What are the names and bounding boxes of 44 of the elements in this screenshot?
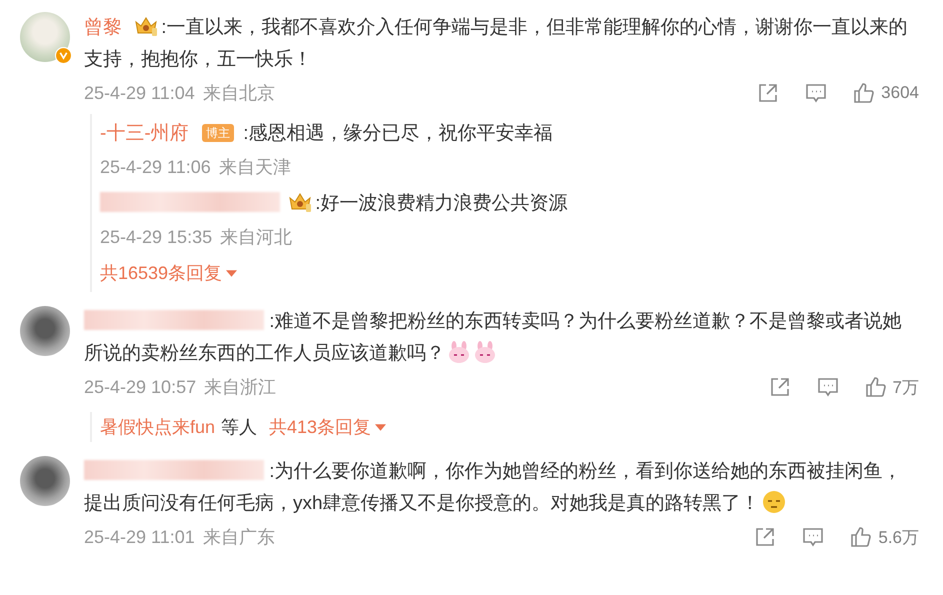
caret-icon <box>226 270 238 276</box>
avatar[interactable] <box>20 12 70 62</box>
reply-text: :好一波浪费精力浪费公共资源 <box>100 188 568 220</box>
more-replies-link[interactable]: 共413条回复 <box>269 412 386 442</box>
comment-text: :为什么要你道歉啊，你作为她曾经的粉丝，看到你送给她的东西被挂闲鱼，提出质问没有任何毛病，yxh肆意传播又不是你授意的。对她我是真的路转黑了！ <box>84 459 903 516</box>
bunny-emoji-icon <box>447 340 471 364</box>
reply-location: 来自河北 <box>220 226 292 249</box>
user-name[interactable]: -十三-州府 <box>100 123 189 144</box>
comment-time: 25-4-29 11:04 <box>84 82 195 104</box>
more-replies-link[interactable]: 共16539条回复 <box>100 258 238 288</box>
like-button[interactable]: 3604 <box>853 82 919 104</box>
comment-icon[interactable] <box>802 526 824 548</box>
share-icon[interactable] <box>768 376 791 398</box>
like-button[interactable]: 7万 <box>864 376 919 398</box>
host-tag: 博主 <box>202 124 234 142</box>
reply-location: 来自天津 <box>218 156 291 179</box>
share-icon[interactable] <box>754 526 776 548</box>
crown-icon <box>287 191 314 213</box>
comment-time: 25-4-29 11:01 <box>84 526 195 548</box>
reply-time: 25-4-29 15:35 <box>100 226 212 248</box>
sleepy-emoji-icon <box>762 490 786 514</box>
reply-time: 25-4-29 11:06 <box>100 156 211 178</box>
bunny-emoji-icon <box>473 340 497 364</box>
user-name[interactable]: 暑假快点来fun <box>100 412 216 442</box>
blurred-avatar[interactable] <box>20 456 70 506</box>
like-button[interactable]: 5.6万 <box>850 526 919 548</box>
reply-summary-text: 等人 <box>221 416 258 439</box>
blurred-avatar[interactable] <box>20 306 70 356</box>
thumbs-up-icon <box>853 82 876 104</box>
comment-time: 25-4-29 10:57 <box>84 376 196 398</box>
caret-icon <box>375 424 386 430</box>
thumbs-up-icon <box>864 376 887 398</box>
comment-location: 来自广东 <box>202 526 275 549</box>
comment-icon[interactable] <box>816 376 839 398</box>
crown-icon <box>133 15 160 37</box>
comment-location: 来自浙江 <box>204 376 276 399</box>
comment-icon[interactable] <box>805 82 828 104</box>
comment-text: :难道不是曾黎把粉丝的东西转卖吗？为什么要粉丝道歉？不是曾黎或者说她所说的卖粉丝东西的工作人员应该道歉吗？ <box>84 309 903 366</box>
user-name[interactable]: 曾黎 <box>84 17 122 38</box>
comment-text: 曾黎 :一直以来，我都不喜欢介入任何争端与是非，但非常能理解你的心情，谢谢你一直以来的支持，抱抱你，五一快乐！ <box>84 14 909 72</box>
share-icon[interactable] <box>757 82 780 104</box>
reply-text: -十三-州府 博主 :感恩相遇，缘分已尽，祝你平安幸福 <box>100 122 552 146</box>
thumbs-up-icon <box>850 526 872 548</box>
comment-location: 来自北京 <box>202 82 275 105</box>
